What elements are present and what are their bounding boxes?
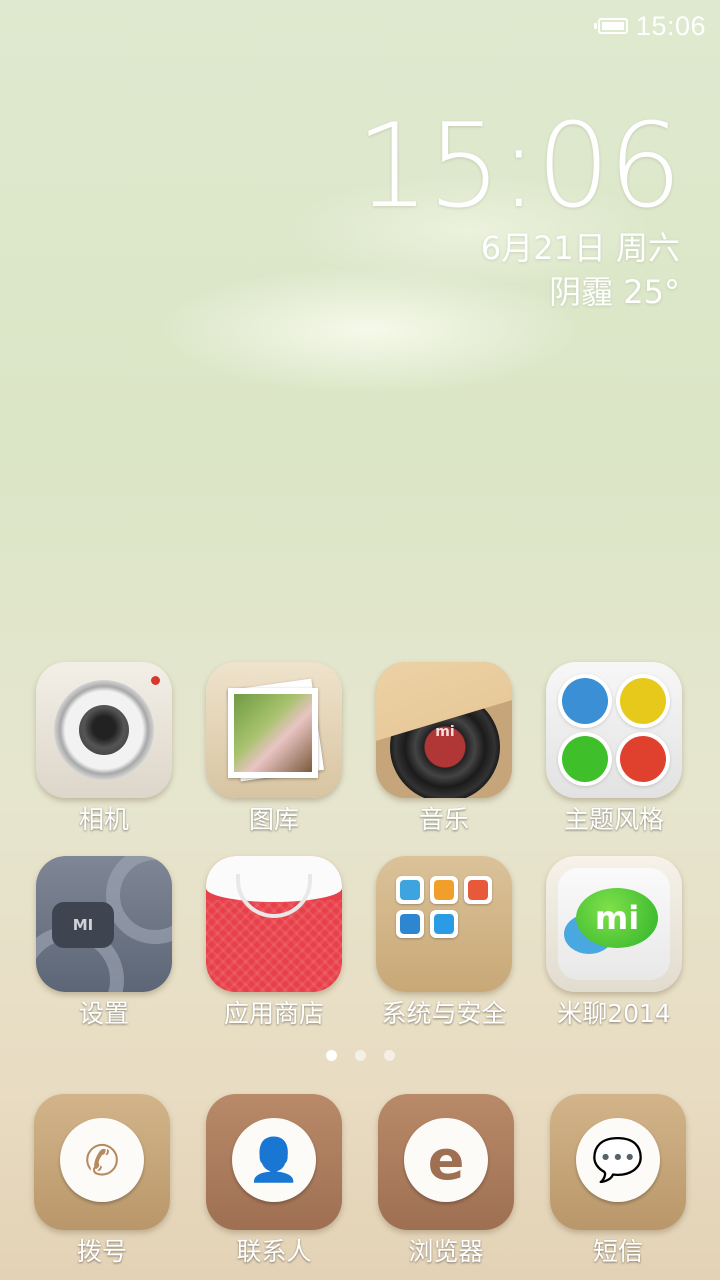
theme-icon — [546, 662, 682, 798]
page-dot[interactable] — [325, 1050, 337, 1061]
app-store[interactable]: 应用商店 — [189, 856, 359, 1030]
phone-icon: ✆ — [34, 1094, 170, 1230]
dock-messages[interactable]: 💬 短信 — [533, 1094, 703, 1268]
dock-contacts[interactable]: 👤 联系人 — [189, 1094, 359, 1268]
folder-icon — [376, 856, 512, 992]
status-time: 15:06 — [635, 10, 706, 41]
app-label: 系统与安全 — [381, 999, 507, 1028]
app-label: 设置 — [78, 999, 129, 1028]
app-label: 浏览器 — [408, 1237, 484, 1266]
app-label: 短信 — [592, 1237, 643, 1266]
settings-icon: MI — [36, 856, 172, 992]
page-dot[interactable] — [354, 1050, 366, 1061]
mi-logo: mi — [576, 888, 658, 948]
music-icon: mi — [376, 662, 512, 798]
gallery-icon — [206, 662, 342, 798]
app-label: 应用商店 — [223, 999, 324, 1028]
app-settings[interactable]: MI 设置 — [19, 856, 189, 1030]
page-indicator — [0, 1050, 720, 1061]
app-camera[interactable]: 相机 — [19, 662, 189, 836]
app-label: 米聊2014 — [557, 999, 671, 1028]
contacts-icon: 👤 — [206, 1094, 342, 1230]
app-label: 拨号 — [76, 1237, 127, 1266]
mitalk-icon: mi — [546, 856, 682, 992]
status-bar: 15:06 — [593, 8, 706, 44]
battery-icon — [593, 18, 628, 34]
clock-weather: 阴霾 25° — [549, 273, 680, 311]
mi-logo: mi — [435, 724, 455, 740]
app-label: 联系人 — [236, 1237, 312, 1266]
app-label: 相机 — [78, 805, 129, 834]
app-gallery[interactable]: 图库 — [189, 662, 359, 836]
page-dot[interactable] — [383, 1050, 395, 1061]
clock-time: 15:06 — [355, 99, 682, 234]
clock-widget[interactable]: 15:06 6月21日 周六 阴霾 25° — [355, 99, 682, 314]
camera-icon — [36, 662, 172, 798]
browser-icon: e — [378, 1094, 514, 1230]
folder-system-security[interactable]: 系统与安全 — [359, 856, 529, 1030]
dock-browser[interactable]: e 浏览器 — [361, 1094, 531, 1268]
mi-logo: MI — [52, 902, 114, 948]
messages-icon: 💬 — [550, 1094, 686, 1230]
app-label: 图库 — [248, 805, 299, 834]
dock-phone[interactable]: ✆ 拨号 — [17, 1094, 187, 1268]
app-theme[interactable]: 主题风格 — [529, 662, 699, 836]
app-mitalk[interactable]: mi 米聊2014 — [529, 856, 699, 1030]
app-label: 主题风格 — [563, 805, 664, 834]
app-music[interactable]: mi 音乐 — [359, 662, 529, 836]
app-label: 音乐 — [418, 805, 469, 834]
app-store-icon — [206, 856, 342, 992]
